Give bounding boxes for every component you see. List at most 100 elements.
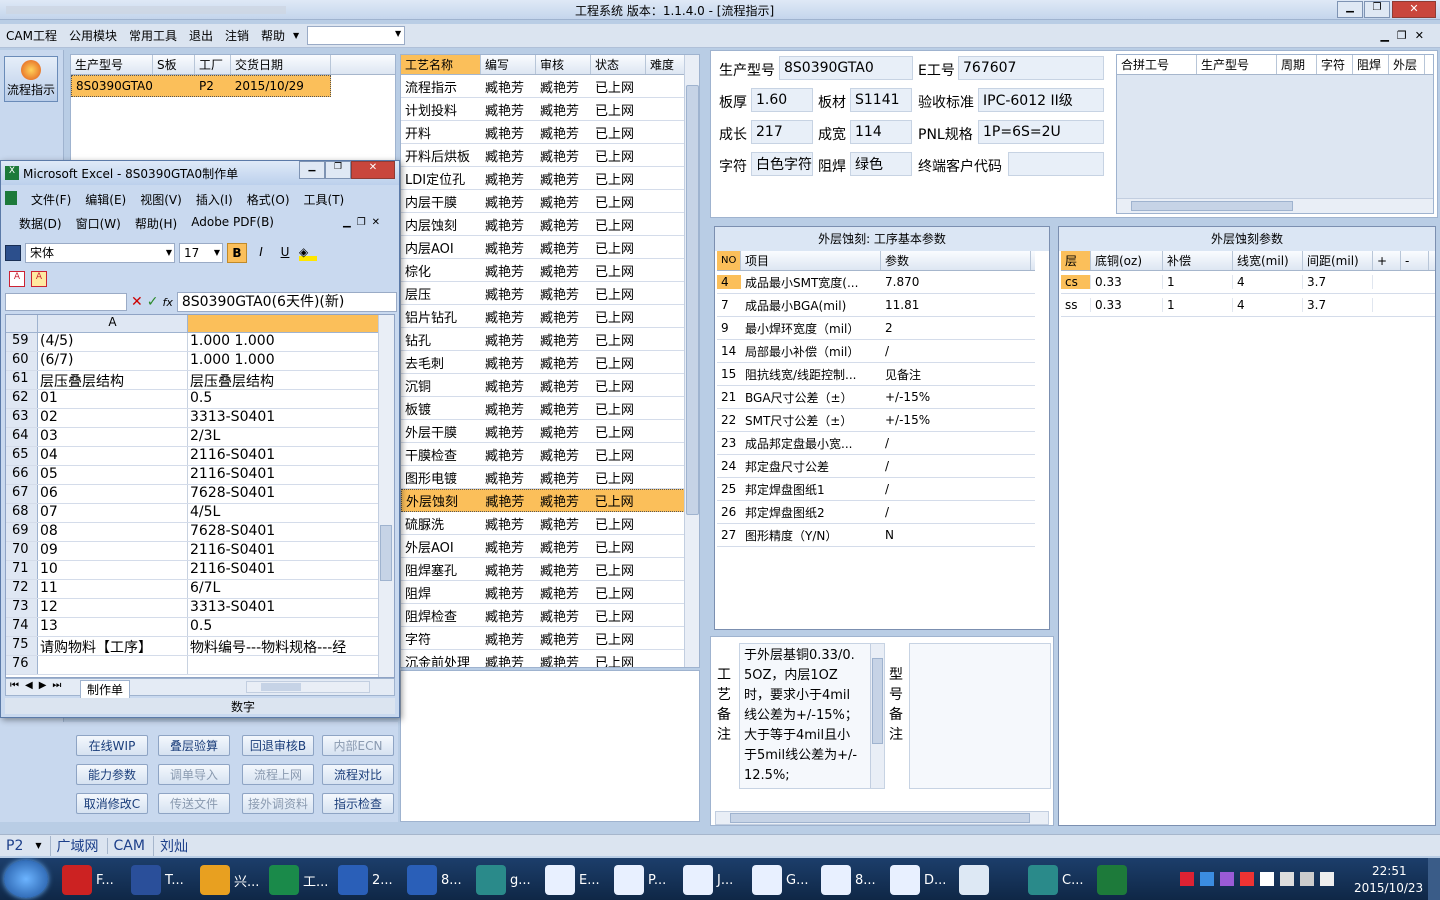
param-row[interactable]: 7 成品最小BGA(mil) 11.81: [717, 294, 1035, 317]
close-button[interactable]: ✕: [1392, 1, 1436, 18]
row-number[interactable]: 74: [6, 618, 38, 636]
sheet-cell-b[interactable]: 2/3L: [188, 428, 378, 446]
action-button[interactable]: 流程对比: [322, 764, 394, 785]
field-model[interactable]: 8S0390GTA0: [779, 56, 913, 80]
name-box[interactable]: [5, 293, 127, 311]
tray-icons[interactable]: [1180, 872, 1346, 888]
field-thick[interactable]: 1.60: [751, 88, 813, 112]
sheet-cell-b[interactable]: 1.000 1.000: [188, 333, 378, 351]
sheet-row[interactable]: 71 10 2116-S0401: [6, 561, 394, 580]
process-header[interactable]: 工艺名称: [401, 55, 481, 74]
action-button[interactable]: 能力参数: [76, 764, 148, 785]
sheet-cell-a[interactable]: 01: [38, 390, 188, 408]
process-row[interactable]: 开料后烘板 臧艳芳 臧艳芳 已上网: [401, 144, 685, 167]
etch-header[interactable]: 间距(mil): [1303, 251, 1373, 270]
sheet-cell-a[interactable]: 12: [38, 599, 188, 617]
pdf-mail-icon[interactable]: A: [31, 271, 47, 287]
taskbar-item[interactable]: T...: [131, 862, 197, 898]
sheet-cell-b[interactable]: 3313-S0401: [188, 599, 378, 617]
sheet-cell-b[interactable]: 2116-S0401: [188, 466, 378, 484]
action-button[interactable]: 叠层验算: [158, 735, 230, 756]
maximize-button[interactable]: ❐: [1364, 1, 1390, 18]
sheet-cell-a[interactable]: 03: [38, 428, 188, 446]
combine-header[interactable]: 外层: [1389, 55, 1425, 74]
row-number[interactable]: 65: [6, 447, 38, 465]
row-number[interactable]: 72: [6, 580, 38, 598]
param-row[interactable]: 4 成品最小SMT宽度(... 7.870: [717, 271, 1035, 294]
action-button[interactable]: 流程上网: [242, 764, 314, 785]
fill-color-icon[interactable]: ◈: [299, 245, 317, 261]
process-row[interactable]: 阻焊 臧艳芳 臧艳芳 已上网: [401, 581, 685, 604]
order-row[interactable]: 8S0390GTA0 P2 2015/10/29: [71, 75, 331, 97]
etch-header[interactable]: 补偿: [1163, 251, 1233, 270]
menu-logout[interactable]: 注销: [225, 27, 249, 44]
etch-row[interactable]: cs 0.33 1 4 3.7: [1061, 271, 1435, 294]
sheet-cell-a[interactable]: 13: [38, 618, 188, 636]
cancel-icon[interactable]: ✕: [131, 294, 143, 310]
field-char[interactable]: 白色字符: [751, 152, 813, 176]
sheet-cell-a[interactable]: 06: [38, 485, 188, 503]
excel-menu-item[interactable]: 视图(V): [140, 191, 182, 208]
sheet-cell-a[interactable]: 02: [38, 409, 188, 427]
sheet-row[interactable]: 74 13 0.5: [6, 618, 394, 637]
param-row[interactable]: 23 成品邦定盘最小宽... /: [717, 432, 1035, 455]
menu-exit[interactable]: 退出: [189, 27, 213, 44]
sheet-cell-b[interactable]: 2116-S0401: [188, 447, 378, 465]
params-header[interactable]: 项目: [741, 251, 881, 270]
params-header[interactable]: NO: [717, 251, 741, 270]
clock-time[interactable]: 22:51: [1372, 864, 1407, 878]
sheet-row[interactable]: 70 09 2116-S0401: [6, 542, 394, 561]
process-row[interactable]: 沉金前处理 臧艳芳 臧艳芳 已上网: [401, 650, 685, 668]
taskbar-item[interactable]: g...: [476, 862, 542, 898]
field-mask[interactable]: 绿色: [850, 152, 912, 176]
sheet-row[interactable]: 64 03 2/3L: [6, 428, 394, 447]
process-row[interactable]: 内层蚀刻 臧艳芳 臧艳芳 已上网: [401, 213, 685, 236]
taskbar-item[interactable]: 8...: [821, 862, 887, 898]
row-number[interactable]: 64: [6, 428, 38, 446]
row-number[interactable]: 69: [6, 523, 38, 541]
column-header-a[interactable]: A: [38, 315, 188, 332]
sheet-cell-b[interactable]: 0.5: [188, 618, 378, 636]
process-header[interactable]: 审核: [536, 55, 591, 74]
row-number[interactable]: 61: [6, 371, 38, 389]
field-length[interactable]: 217: [751, 120, 813, 144]
sheet-cell-a[interactable]: 11: [38, 580, 188, 598]
taskbar-item[interactable]: 工...: [269, 862, 335, 898]
process-header[interactable]: 状态: [591, 55, 646, 74]
process-header[interactable]: 难度: [646, 55, 685, 74]
confirm-icon[interactable]: ✓: [147, 294, 159, 310]
clock-date[interactable]: 2015/10/23: [1354, 881, 1423, 895]
excel-menu-item[interactable]: 编辑(E): [85, 191, 126, 208]
row-number[interactable]: 66: [6, 466, 38, 484]
param-row[interactable]: 21 BGA尺寸公差（±） +/-15%: [717, 386, 1035, 409]
sheet-cell-b[interactable]: 3313-S0401: [188, 409, 378, 427]
process-row[interactable]: 板镀 臧艳芳 臧艳芳 已上网: [401, 397, 685, 420]
process-row[interactable]: LDI定位孔 臧艳芳 臧艳芳 已上网: [401, 167, 685, 190]
sheet-cell-a[interactable]: 10: [38, 561, 188, 579]
order-header[interactable]: S板: [153, 55, 195, 74]
excel-menu-item[interactable]: 帮助(H): [135, 215, 177, 232]
chevron-down-icon[interactable]: ▼: [35, 841, 41, 850]
start-button[interactable]: [4, 860, 48, 898]
order-header[interactable]: 交货日期: [231, 55, 331, 74]
row-number[interactable]: 67: [6, 485, 38, 503]
combine-header[interactable]: 合拼工号: [1117, 55, 1197, 74]
param-row[interactable]: 22 SMT尺寸公差（±） +/-15%: [717, 409, 1035, 432]
tab-nav-icon[interactable]: ⏮◀▶⏭: [10, 680, 67, 691]
order-header[interactable]: 生产型号: [71, 55, 153, 74]
font-select[interactable]: 宋体 ▼: [25, 243, 175, 263]
formula-input[interactable]: 8S0390GTA0(6天件)(新): [176, 292, 397, 312]
sheet-cell-a[interactable]: 请购物料【工序】: [38, 637, 188, 655]
sheet-row[interactable]: 62 01 0.5: [6, 390, 394, 409]
sheet-cell-a[interactable]: 07: [38, 504, 188, 522]
process-row[interactable]: 硫脲洗 臧艳芳 臧艳芳 已上网: [401, 512, 685, 535]
process-row[interactable]: 铝片钻孔 臧艳芳 臧艳芳 已上网: [401, 305, 685, 328]
taskbar-item[interactable]: 兴...: [200, 862, 266, 898]
save-icon[interactable]: [5, 245, 21, 261]
param-row[interactable]: 14 局部最小补偿（mil） /: [717, 340, 1035, 363]
process-row[interactable]: 棕化 臧艳芳 臧艳芳 已上网: [401, 259, 685, 282]
function-icon[interactable]: fx: [162, 296, 172, 309]
menu-tools[interactable]: 常用工具: [129, 27, 177, 44]
excel-menu-item[interactable]: 工具(T): [304, 191, 345, 208]
field-pnl[interactable]: 1P=6S=2U: [978, 120, 1104, 144]
